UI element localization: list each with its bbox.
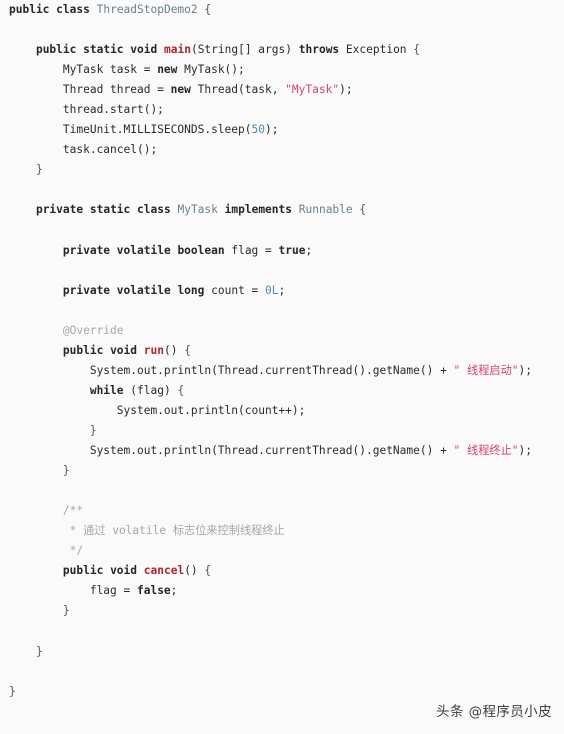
code-line: public class ThreadStopDemo2 { [9,3,212,16]
code-line: System.out.println(Thread.currentThread(… [89,444,532,458]
code-line: @Override [62,323,124,337]
code-line: } [89,423,97,437]
code-line: public static void main(String[] args) t… [35,43,421,57]
code-line: /** [62,504,84,518]
code-line: } [62,464,70,478]
code-line: while (flag) { [89,383,185,397]
code-block: public class ThreadStopDemo2 { public st… [0,0,564,702]
code-line: System.out.println(count++); [116,403,306,417]
code-line: private volatile long count = 0L; [62,283,286,297]
code-line: System.out.println(Thread.currentThread(… [89,363,532,377]
code-screenshot: public class ThreadStopDemo2 { public st… [0,0,564,734]
code-line: } [35,644,43,658]
code-line: thread.start(); [62,103,164,117]
code-line: } [9,684,16,698]
code-line: private volatile boolean flag = true; [62,243,313,257]
code-line: task.cancel(); [62,143,158,157]
code-line: flag = false; [89,584,178,598]
code-line: MyTask task = new MyTask(); [62,63,245,77]
code-line: public void cancel() { [62,564,212,578]
code-line: private static class MyTask implements R… [35,203,367,217]
code-line: * 通过 volatile 标志位来控制线程终止 [69,524,285,538]
code-line: TimeUnit.MILLISECONDS.sleep(50); [62,123,279,137]
watermark-label: 头条 @程序员小皮 [436,704,552,720]
code-line: */ [69,544,84,558]
code-line: } [35,163,43,177]
code-line: } [62,604,70,618]
code-line: Thread thread = new Thread(task, "MyTask… [62,83,353,97]
code-line: public void run() { [62,343,191,357]
